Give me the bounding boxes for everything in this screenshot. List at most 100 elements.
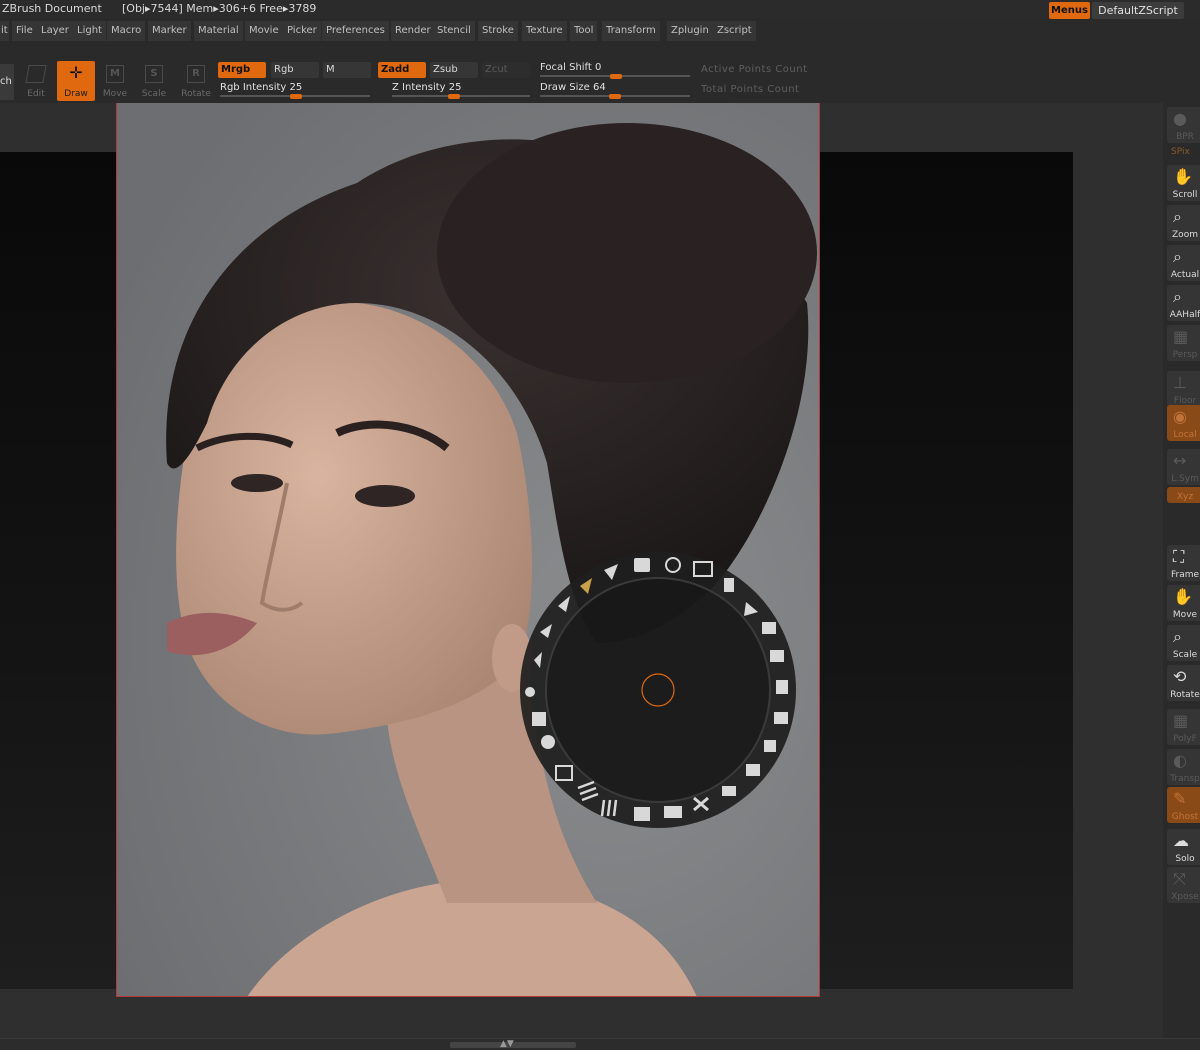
pie-icon-cube[interactable] xyxy=(762,622,776,634)
lsym-button[interactable]: ↔ L.Sym xyxy=(1167,449,1200,485)
menu-item-zplugin[interactable]: Zplugin xyxy=(667,21,714,41)
solo-button[interactable]: ☁ Solo xyxy=(1167,829,1200,865)
menu-item-light[interactable]: Light xyxy=(73,21,107,41)
menu-item-texture[interactable]: Texture xyxy=(522,21,568,41)
menu-item-partial[interactable]: it xyxy=(0,21,10,41)
toolbar: ch Edit ✛ Draw M Move S Scale R Rotate M… xyxy=(0,44,1200,102)
expand-tray-icon[interactable]: ▲▼ xyxy=(500,1039,514,1049)
menu-item-stroke[interactable]: Stroke xyxy=(478,21,519,41)
pie-icon-swap[interactable] xyxy=(664,806,682,818)
draw-size-slider[interactable]: Draw Size 64 xyxy=(540,81,690,99)
actual-button[interactable]: ⌕ Actual xyxy=(1167,245,1200,281)
scale-view-label: Scale xyxy=(1172,650,1198,660)
pie-icon-material[interactable] xyxy=(634,558,650,572)
title-bar: ZBrush Document [Obj▸7544] Mem▸306+6 Fre… xyxy=(0,0,1200,19)
menu-bar: it File Layer Light Macro Marker Materia… xyxy=(0,20,1200,42)
rgb-toggle[interactable]: Rgb xyxy=(271,62,319,78)
default-zscript-button[interactable]: DefaultZScript xyxy=(1092,2,1184,19)
rotate-button[interactable]: R Rotate xyxy=(177,61,215,101)
bottom-tray-bar: ▲▼ xyxy=(0,1038,1200,1050)
actual-size-icon: ⌕ xyxy=(1173,247,1182,266)
rgb-intensity-knob[interactable] xyxy=(290,94,302,99)
xpose-label: Xpose xyxy=(1171,892,1199,902)
menu-item-transform[interactable]: Transform xyxy=(602,21,661,41)
bpr-label: BPR xyxy=(1176,132,1194,142)
pie-icon-tiles[interactable] xyxy=(764,740,776,752)
edit-label: Edit xyxy=(27,89,45,99)
scale-view-button[interactable]: ⌕ Scale xyxy=(1167,625,1200,661)
menu-item-file[interactable]: File xyxy=(12,21,38,41)
mrgb-toggle[interactable]: Mrgb xyxy=(218,62,266,78)
edit-button[interactable]: Edit xyxy=(17,61,55,101)
zcut-toggle[interactable]: Zcut xyxy=(482,62,530,78)
z-intensity-knob[interactable] xyxy=(448,94,460,99)
menu-item-macro[interactable]: Macro xyxy=(107,21,147,41)
xyz-button[interactable]: Xyz xyxy=(1167,487,1200,503)
pie-icon-person[interactable] xyxy=(634,807,650,821)
pie-icon-puzzle[interactable] xyxy=(532,712,546,726)
draw-size-knob[interactable] xyxy=(609,94,621,99)
pie-icon-sphere[interactable] xyxy=(525,687,535,697)
move-button[interactable]: M Move xyxy=(96,61,134,101)
scroll-button[interactable]: ✋ Scroll xyxy=(1167,165,1200,201)
bpr-button[interactable]: ● BPR xyxy=(1167,107,1200,143)
transparency-icon: ◐ xyxy=(1173,751,1187,770)
m-toggle[interactable]: M xyxy=(323,62,371,78)
app-title: ZBrush Document xyxy=(2,2,102,15)
pie-icon-layer[interactable] xyxy=(770,650,784,662)
floor-button[interactable]: ⊥ Floor xyxy=(1167,371,1200,407)
scale-button[interactable]: S Scale xyxy=(135,61,173,101)
pie-icon-brush-tray[interactable] xyxy=(722,786,736,796)
spix-slider[interactable]: SPix xyxy=(1171,147,1190,157)
lightbox-pie-menu[interactable] xyxy=(518,550,798,830)
canvas-area[interactable] xyxy=(0,103,1163,1038)
menu-item-movie[interactable]: Movie xyxy=(245,21,284,41)
pie-icon-grid[interactable] xyxy=(776,680,788,694)
ghost-label: Ghost xyxy=(1171,812,1199,822)
focal-shift-knob[interactable] xyxy=(610,74,622,79)
transp-button[interactable]: ◐ Transp xyxy=(1167,749,1200,785)
focal-shift-slider[interactable]: Focal Shift 0 xyxy=(540,61,690,79)
xpose-icon: ⤧ xyxy=(1173,869,1186,888)
draw-size-label: Draw Size 64 xyxy=(540,82,606,93)
menus-toggle-button[interactable]: Menus xyxy=(1049,2,1090,19)
polyf-button[interactable]: ▦ PolyF xyxy=(1167,709,1200,745)
menu-item-preferences[interactable]: Preferences xyxy=(322,21,390,41)
menu-item-render[interactable]: Render xyxy=(391,21,436,41)
rgb-intensity-slider[interactable]: Rgb Intensity 25 xyxy=(220,81,370,99)
right-shelf: ● BPR SPix ✋ Scroll ⌕ Zoom ⌕ Actual ⌕ AA… xyxy=(1163,103,1200,1038)
menu-item-stencil[interactable]: Stencil xyxy=(433,21,476,41)
zoom-button[interactable]: ⌕ Zoom xyxy=(1167,205,1200,241)
perspective-icon: ▦ xyxy=(1173,327,1189,346)
menu-item-picker[interactable]: Picker xyxy=(283,21,322,41)
pie-icon-stamp[interactable] xyxy=(724,578,734,592)
partial-tool-button[interactable]: ch xyxy=(0,64,14,100)
frame-button[interactable]: ⛶ Frame xyxy=(1167,545,1200,581)
menu-item-layer[interactable]: Layer xyxy=(37,21,74,41)
persp-button[interactable]: ▦ Persp xyxy=(1167,325,1200,361)
draw-button[interactable]: ✛ Draw xyxy=(57,61,95,101)
solo-label: Solo xyxy=(1175,854,1195,864)
z-intensity-label: Z Intensity 25 xyxy=(392,82,462,93)
pie-icon-box[interactable] xyxy=(746,764,760,776)
bpr-icon: ● xyxy=(1173,109,1187,128)
aahalf-button[interactable]: ⌕ AAHalf xyxy=(1167,285,1200,321)
zadd-toggle[interactable]: Zadd xyxy=(378,62,426,78)
edit-icon xyxy=(25,65,47,83)
menu-item-material[interactable]: Material xyxy=(194,21,244,41)
pie-icon-cycle[interactable] xyxy=(541,735,555,749)
menu-item-tool[interactable]: Tool xyxy=(570,21,599,41)
menu-item-zscript[interactable]: Zscript xyxy=(713,21,757,41)
xpose-button[interactable]: ⤧ Xpose xyxy=(1167,867,1200,903)
zoom-label: Zoom xyxy=(1172,230,1198,240)
move-view-button[interactable]: ✋ Move xyxy=(1167,585,1200,621)
rotate-view-button[interactable]: ⟲ Rotate xyxy=(1167,665,1200,701)
aahalf-icon: ⌕ xyxy=(1173,287,1182,306)
move-icon: M xyxy=(106,65,124,83)
local-button[interactable]: ◉ Local xyxy=(1167,405,1200,441)
z-intensity-slider[interactable]: Z Intensity 25 xyxy=(392,81,530,99)
ghost-button[interactable]: ✎ Ghost xyxy=(1167,787,1200,823)
zsub-toggle[interactable]: Zsub xyxy=(430,62,478,78)
pie-icon-panel[interactable] xyxy=(774,712,788,724)
menu-item-marker[interactable]: Marker xyxy=(148,21,192,41)
